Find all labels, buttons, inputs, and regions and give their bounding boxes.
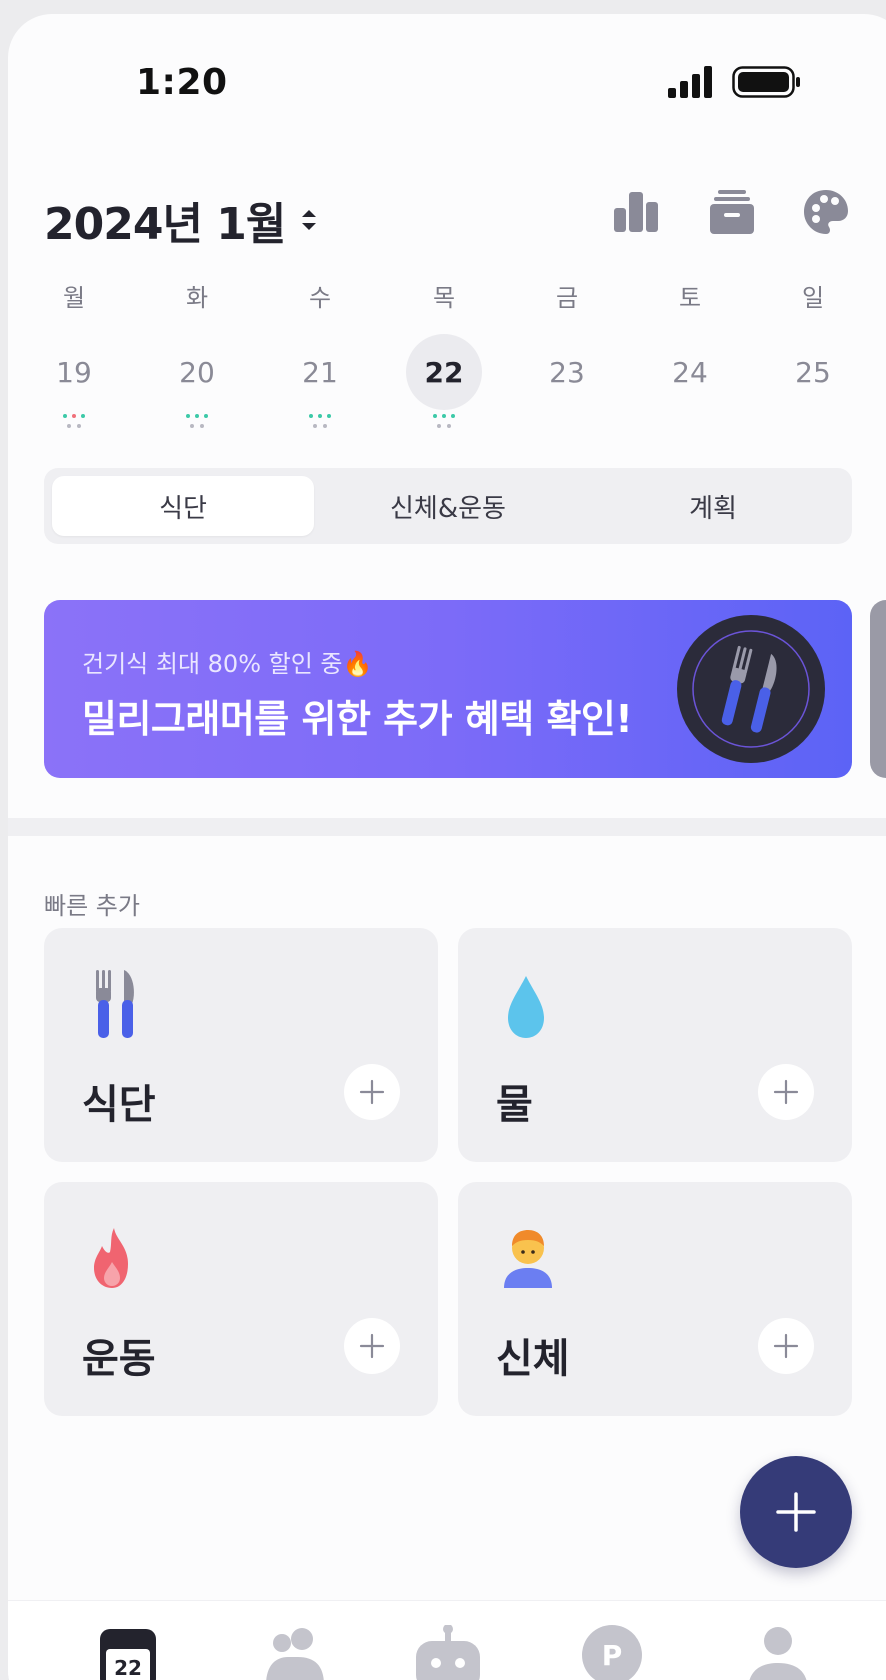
day-name: 일 [801, 284, 825, 312]
chevron-updown-icon [302, 210, 317, 230]
day-name: 토 [678, 284, 702, 312]
card-title: 물 [496, 1082, 533, 1128]
fork-knife-icon [96, 970, 134, 1038]
archive-box-icon[interactable] [706, 186, 758, 238]
svg-text:P: P [602, 1639, 623, 1672]
day-number: 19 [56, 355, 92, 389]
bar-chart-icon[interactable] [610, 186, 662, 238]
profile-icon[interactable] [740, 1625, 820, 1680]
card-title: 운동 [82, 1336, 156, 1382]
plus-icon [776, 1492, 816, 1532]
person-icon [504, 1230, 552, 1288]
day-item[interactable]: 화 20 [157, 282, 237, 430]
quick-add-exercise-card[interactable]: 운동 [44, 1182, 438, 1416]
status-bar: 1:20 [8, 14, 886, 124]
day-item[interactable]: 금 23 [527, 282, 607, 410]
day-item[interactable]: 일 25 [773, 282, 853, 410]
fork-knife-badge-icon [677, 615, 825, 763]
day-item-selected[interactable]: 목 22 [404, 282, 484, 430]
plus-icon [359, 1333, 385, 1359]
quick-add-label: 빠른 추가 [44, 892, 140, 920]
card-title: 신체 [496, 1336, 570, 1382]
add-water-button[interactable] [758, 1064, 814, 1120]
status-time: 1:20 [136, 62, 228, 103]
record-dots [305, 412, 335, 430]
day-name: 화 [185, 284, 209, 312]
day-item[interactable]: 수 21 [280, 282, 360, 430]
day-number: 25 [795, 355, 831, 389]
tab-body-exercise[interactable]: 신체&운동 [317, 476, 579, 536]
banner-subtitle: 건기식 최대 80% 할인 중🔥 [82, 650, 373, 678]
promo-banner[interactable]: 건기식 최대 80% 할인 중🔥 밀리그래머를 위한 추가 혜택 확인! [44, 600, 852, 778]
plus-icon [773, 1333, 799, 1359]
day-name: 금 [555, 284, 579, 312]
day-number: 22 [424, 355, 464, 389]
tab-plan[interactable]: 계획 [582, 476, 844, 536]
record-dots [182, 412, 212, 430]
record-dots [429, 412, 459, 430]
plus-icon [359, 1079, 385, 1105]
robot-icon[interactable] [410, 1625, 490, 1680]
day-number: 23 [549, 355, 585, 389]
next-banner-peek[interactable] [870, 600, 886, 778]
card-title: 식단 [82, 1082, 156, 1128]
quick-add-body-card[interactable]: 신체 [458, 1182, 852, 1416]
quick-add-meal-card[interactable]: 식단 [44, 928, 438, 1162]
day-number: 24 [672, 355, 708, 389]
palette-icon[interactable] [800, 186, 852, 238]
plus-icon [773, 1079, 799, 1105]
month-selector[interactable]: 2024년 1월 [44, 188, 319, 252]
community-icon[interactable] [258, 1625, 338, 1680]
calendar-day: 22 [114, 1656, 142, 1680]
add-body-button[interactable] [758, 1318, 814, 1374]
day-name: 월 [62, 284, 86, 312]
section-divider [8, 818, 886, 836]
month-title: 2024년 1월 [44, 199, 286, 250]
add-meal-button[interactable] [344, 1064, 400, 1120]
banner-title: 밀리그래머를 위한 추가 혜택 확인! [82, 697, 633, 741]
day-number: 21 [302, 355, 338, 389]
points-icon[interactable]: P [576, 1625, 656, 1680]
record-dots [59, 412, 89, 430]
segmented-control: 식단 신체&운동 계획 [44, 468, 852, 544]
day-name: 수 [308, 284, 332, 312]
add-exercise-button[interactable] [344, 1318, 400, 1374]
water-drop-icon [508, 976, 544, 1038]
phone-screen: 1:20 2024년 1월 월 19 화 20 수 21 목 22 금 23 토… [8, 14, 886, 1680]
signal-icon [668, 66, 712, 98]
quick-add-water-card[interactable]: 물 [458, 928, 852, 1162]
day-number: 20 [179, 355, 215, 389]
battery-icon [732, 66, 800, 98]
day-item[interactable]: 토 24 [650, 282, 730, 410]
flame-icon [94, 1228, 128, 1288]
day-item[interactable]: 월 19 [34, 282, 114, 430]
floating-add-button[interactable] [740, 1456, 852, 1568]
bottom-tab-bar: 22 P [8, 1600, 886, 1680]
day-name: 목 [432, 284, 456, 312]
calendar-icon[interactable]: 22 [94, 1625, 174, 1680]
header: 2024년 1월 [8, 174, 886, 254]
tab-meal[interactable]: 식단 [52, 476, 314, 536]
